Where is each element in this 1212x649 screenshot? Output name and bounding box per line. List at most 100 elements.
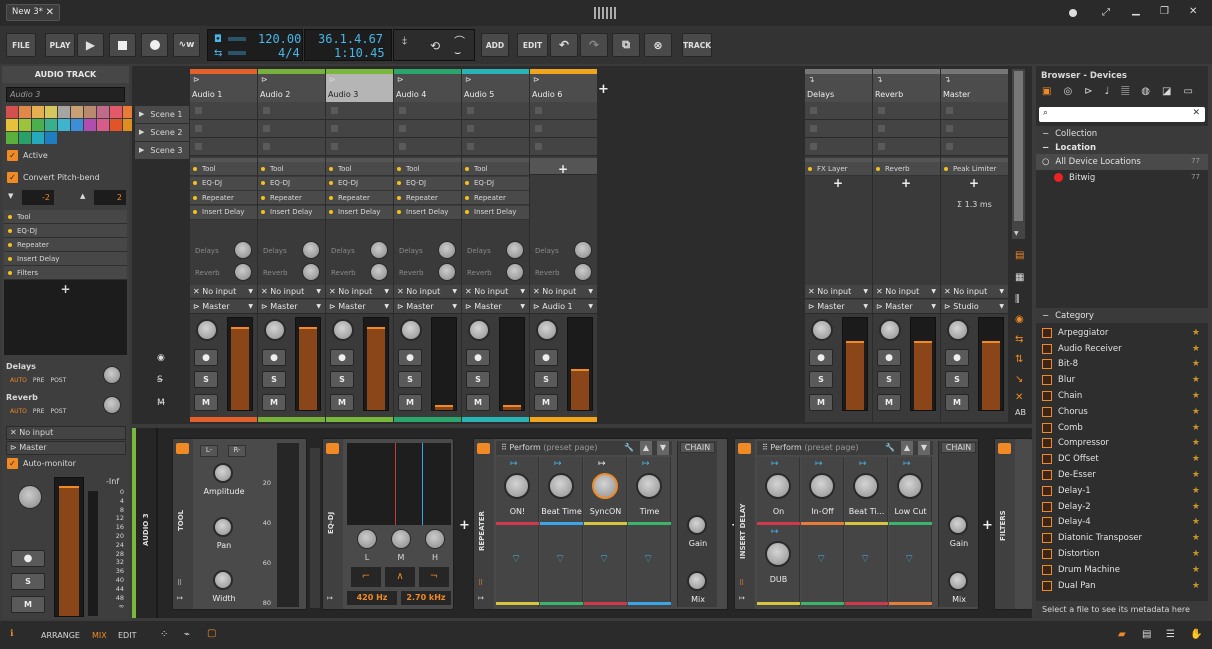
category-item[interactable]: Dual Pan ★ (1036, 578, 1208, 594)
favorite-star-icon[interactable]: ★ (1192, 581, 1200, 591)
device-item[interactable]: Tool (190, 162, 257, 176)
record-arm-button[interactable]: ● (398, 349, 422, 366)
add-device-icon[interactable]: + (901, 176, 911, 190)
pan-knob[interactable] (879, 319, 901, 341)
files-tab-icon[interactable]: ▭ (1183, 86, 1192, 97)
modulators-tab-icon[interactable]: ◪ (1162, 86, 1171, 97)
device-item[interactable]: Tool (258, 162, 325, 176)
clip-slot[interactable] (530, 102, 597, 120)
pan-knob[interactable] (400, 319, 422, 341)
expand-icon[interactable]: ↦ (739, 594, 745, 602)
volume-fader[interactable] (910, 317, 936, 411)
record-arm-button[interactable]: ● (466, 349, 490, 366)
sends-view-icon[interactable]: ◉ (1015, 314, 1024, 325)
scene-3[interactable]: ▶ Scene 3 (135, 142, 189, 159)
dub-knob[interactable] (765, 541, 791, 567)
color-swatch[interactable] (84, 106, 96, 118)
clips-tab-icon[interactable]: ◍ (1141, 86, 1150, 97)
power-icon[interactable] (477, 443, 490, 454)
track-header[interactable]: ⊳ Audio 3 (326, 69, 393, 102)
eq-h-knob[interactable] (425, 529, 445, 549)
modulation-arrow-icon[interactable]: ↦ (771, 527, 779, 537)
width-knob[interactable] (213, 570, 233, 590)
color-swatch[interactable] (6, 132, 18, 144)
clip-slot[interactable] (805, 138, 872, 156)
device-item[interactable]: Tool (462, 162, 529, 176)
meter-view-icon[interactable]: ⫼ (1015, 294, 1020, 305)
add-device-icon[interactable]: + (4, 282, 127, 296)
color-swatch[interactable] (71, 106, 83, 118)
expand-icon[interactable]: ↦ (177, 594, 183, 602)
category-item[interactable]: Audio Receiver ★ (1036, 341, 1208, 357)
time-signature[interactable]: 4/4 (278, 46, 300, 60)
close-tab-icon[interactable]: ✕ (46, 5, 54, 20)
mix-tab[interactable]: MIX (92, 631, 107, 640)
color-swatch[interactable] (45, 106, 57, 118)
output-select[interactable]: ⊳ Audio 1 ▼ (530, 300, 597, 314)
color-swatch[interactable] (45, 119, 57, 131)
modulation-arrow-icon[interactable]: ↦ (510, 459, 518, 469)
category-item[interactable]: DC Offset ★ (1036, 451, 1208, 467)
clip-slot[interactable] (873, 102, 940, 120)
favorite-star-icon[interactable]: ★ (1192, 359, 1200, 369)
macro-knob[interactable] (548, 473, 574, 499)
clip-slot[interactable] (394, 102, 461, 120)
wireless-icon[interactable]: ⌔ (511, 552, 521, 566)
device-list-item[interactable]: EQ-DJ (4, 224, 127, 238)
device-item[interactable]: Repeater (462, 191, 529, 205)
bitwig-location-item[interactable]: Bitwig 77 (1036, 170, 1208, 186)
clip-slot[interactable] (941, 102, 1008, 120)
devices-tab-icon[interactable]: ▣ (1042, 86, 1051, 97)
input-select[interactable]: ✕ No input ▼ (394, 285, 461, 299)
add-device-icon[interactable]: + (833, 176, 843, 190)
clip-slot[interactable] (394, 120, 461, 138)
output-select[interactable]: ⊳ Master ▼ (873, 300, 940, 314)
modulation-arrow-icon[interactable]: ↦ (554, 459, 562, 469)
favorite-star-icon[interactable]: ★ (1192, 344, 1200, 354)
color-swatch[interactable] (19, 132, 31, 144)
post-label[interactable]: POST (50, 377, 66, 384)
scene-launch-icon[interactable]: ▶ (139, 106, 144, 123)
solo-button[interactable]: S (262, 371, 286, 388)
record-arm-button[interactable]: ● (809, 349, 833, 366)
file-button[interactable]: FILE (6, 33, 36, 57)
pan-knob[interactable] (811, 319, 833, 341)
clip-slot[interactable] (462, 102, 529, 120)
undo-icon[interactable]: ↶ (550, 33, 578, 57)
clip-slot[interactable] (258, 120, 325, 138)
power-icon[interactable] (326, 443, 339, 454)
color-swatch[interactable] (110, 106, 122, 118)
device-list-item[interactable]: Insert Delay (4, 252, 127, 266)
mute-button[interactable]: M (262, 394, 286, 411)
redo-icon[interactable]: ↷ (580, 33, 608, 57)
color-palette[interactable] (6, 106, 135, 144)
pan-knob[interactable] (264, 319, 286, 341)
favorite-star-icon[interactable]: ★ (1192, 549, 1200, 559)
add-track-icon[interactable]: + (598, 82, 609, 97)
pan-knob[interactable] (536, 319, 558, 341)
send-knob[interactable] (370, 241, 388, 259)
color-swatch[interactable] (6, 119, 18, 131)
all-locations-item[interactable]: ○ All Device Locations 77 (1036, 154, 1208, 170)
tempo-value[interactable]: 120.00 (258, 32, 301, 46)
track-button[interactable]: TRACK (682, 33, 712, 57)
play-menu-button[interactable]: PLAY (45, 33, 75, 57)
color-swatch[interactable] (71, 119, 83, 131)
device-item[interactable]: Tool (394, 162, 461, 176)
device-item[interactable]: Insert Delay (326, 205, 393, 220)
output-select[interactable]: ⊳ Studio ▼ (941, 300, 1008, 314)
volume-fader[interactable] (842, 317, 868, 411)
wireless-icon[interactable]: ⌔ (643, 552, 653, 566)
track-header[interactable]: ⊳ Audio 1 (190, 69, 257, 102)
volume-fader[interactable] (431, 317, 457, 411)
left-channel-button[interactable]: L- (200, 445, 218, 457)
close-view-icon[interactable]: ✕ (1015, 392, 1023, 403)
volume-fader[interactable] (227, 317, 253, 411)
input-select[interactable]: ✕ No input ▼ (258, 285, 325, 299)
eq-low-freq[interactable]: 420 Hz (347, 591, 397, 605)
punch-icon[interactable]: ⤈ (402, 34, 407, 48)
send-knob[interactable] (234, 241, 252, 259)
record-arm-button[interactable]: ● (877, 349, 901, 366)
io-view-icon[interactable]: ⇆ (1015, 334, 1023, 345)
modulation-arrow-icon[interactable]: ↦ (815, 459, 823, 469)
